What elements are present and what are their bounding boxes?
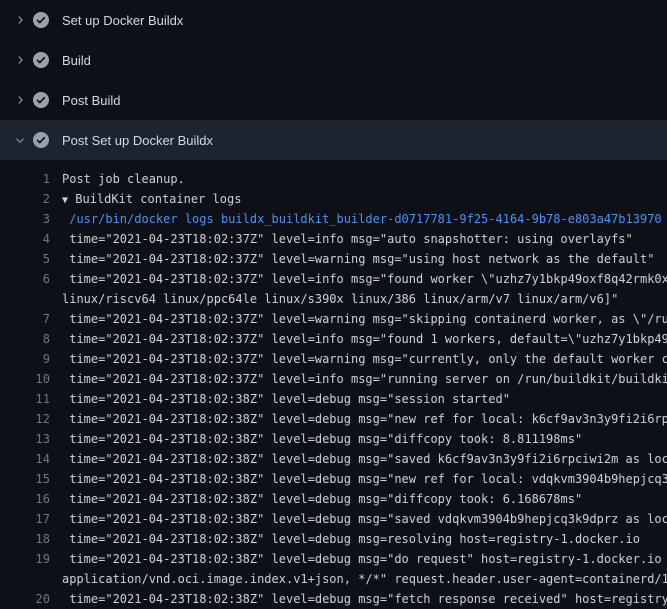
- actions-log-viewer: Set up Docker Buildx Build Post Build Post …: [0, 0, 667, 609]
- log-line-number[interactable]: 4: [0, 229, 50, 249]
- step-header-build[interactable]: Build: [0, 40, 667, 80]
- log-line-number[interactable]: 8: [0, 329, 50, 349]
- log-line-text: linux/riscv64 linux/ppc64le linux/s390x …: [62, 289, 667, 309]
- log-line-text: ▼ BuildKit container logs: [62, 189, 667, 209]
- log-line: 12 time="2021-04-23T18:02:38Z" level=deb…: [0, 409, 667, 429]
- log-line: 4 time="2021-04-23T18:02:37Z" level=info…: [0, 229, 667, 249]
- log-line: 8 time="2021-04-23T18:02:37Z" level=info…: [0, 329, 667, 349]
- log-line: 7 time="2021-04-23T18:02:37Z" level=warn…: [0, 309, 667, 329]
- log-line-text: time="2021-04-23T18:02:37Z" level=warnin…: [62, 249, 667, 269]
- log-line: application/vnd.oci.image.index.v1+json,…: [0, 569, 667, 589]
- step-header-post-build[interactable]: Post Build: [0, 80, 667, 120]
- log-line: 19 time="2021-04-23T18:02:38Z" level=deb…: [0, 549, 667, 569]
- log-line: 14 time="2021-04-23T18:02:38Z" level=deb…: [0, 449, 667, 469]
- log-line-number: [0, 289, 50, 309]
- log-line-number[interactable]: 2: [0, 189, 50, 209]
- log-line: 1 Post job cleanup.: [0, 169, 667, 189]
- log-line: 20 time="2021-04-23T18:02:38Z" level=deb…: [0, 589, 667, 609]
- step-header-set-up-docker-buildx[interactable]: Set up Docker Buildx: [0, 0, 667, 40]
- step-title: Post Build: [62, 93, 121, 108]
- log-line: 15 time="2021-04-23T18:02:38Z" level=deb…: [0, 469, 667, 489]
- check-circle-icon: [33, 92, 49, 108]
- log-line-number[interactable]: 12: [0, 409, 50, 429]
- log-line-text: time="2021-04-23T18:02:38Z" level=debug …: [62, 449, 667, 469]
- log-line-number[interactable]: 10: [0, 369, 50, 389]
- log-line-text: time="2021-04-23T18:02:38Z" level=debug …: [62, 529, 667, 549]
- log-line-text: time="2021-04-23T18:02:37Z" level=info m…: [62, 369, 667, 389]
- log-line-number[interactable]: 16: [0, 489, 50, 509]
- log-line-text: time="2021-04-23T18:02:38Z" level=debug …: [62, 489, 667, 509]
- step-title: Post Set up Docker Buildx: [62, 133, 213, 148]
- log-line-number[interactable]: 7: [0, 309, 50, 329]
- log-output: 1 Post job cleanup. 2 ▼ BuildKit container …: [0, 160, 667, 609]
- log-line-text: time="2021-04-23T18:02:38Z" level=debug …: [62, 469, 667, 489]
- log-line-text: time="2021-04-23T18:02:38Z" level=debug …: [62, 389, 667, 409]
- log-line-number[interactable]: 3: [0, 209, 50, 229]
- step-list: Set up Docker Buildx Build Post Build Post …: [0, 0, 667, 160]
- log-line: 10 time="2021-04-23T18:02:37Z" level=inf…: [0, 369, 667, 389]
- check-circle-icon: [33, 52, 49, 68]
- log-line: 6 time="2021-04-23T18:02:37Z" level=info…: [0, 269, 667, 289]
- check-circle-icon: [33, 12, 49, 28]
- log-line-number[interactable]: 17: [0, 509, 50, 529]
- log-line-number[interactable]: 13: [0, 429, 50, 449]
- step-title: Build: [62, 53, 91, 68]
- log-line: 3 /usr/bin/docker logs buildx_buildkit_b…: [0, 209, 667, 229]
- log-line-number[interactable]: 6: [0, 269, 50, 289]
- log-line-number: [0, 569, 50, 589]
- log-line: 17 time="2021-04-23T18:02:38Z" level=deb…: [0, 509, 667, 529]
- check-circle-icon: [33, 132, 49, 148]
- log-line-number[interactable]: 15: [0, 469, 50, 489]
- log-line-number[interactable]: 5: [0, 249, 50, 269]
- log-line-text: time="2021-04-23T18:02:37Z" level=warnin…: [62, 309, 667, 329]
- log-line-number[interactable]: 11: [0, 389, 50, 409]
- log-line-number[interactable]: 1: [0, 169, 50, 189]
- log-line-number[interactable]: 19: [0, 549, 50, 569]
- log-line-text: time="2021-04-23T18:02:38Z" level=debug …: [62, 589, 667, 609]
- log-line-number[interactable]: 18: [0, 529, 50, 549]
- log-line: 2 ▼ BuildKit container logs: [0, 189, 667, 209]
- log-line-text: time="2021-04-23T18:02:38Z" level=debug …: [62, 549, 667, 569]
- log-line: 13 time="2021-04-23T18:02:38Z" level=deb…: [0, 429, 667, 449]
- log-line: 16 time="2021-04-23T18:02:38Z" level=deb…: [0, 489, 667, 509]
- log-line: linux/riscv64 linux/ppc64le linux/s390x …: [0, 289, 667, 309]
- log-line-text: time="2021-04-23T18:02:38Z" level=debug …: [62, 429, 667, 449]
- log-line-text: application/vnd.oci.image.index.v1+json,…: [62, 569, 667, 589]
- log-line-number[interactable]: 14: [0, 449, 50, 469]
- log-group-title: BuildKit container logs: [68, 192, 241, 206]
- log-line-text: time="2021-04-23T18:02:38Z" level=debug …: [62, 409, 667, 429]
- chevron-right-icon: [14, 12, 28, 28]
- chevron-right-icon: [14, 52, 28, 68]
- log-command-text: /usr/bin/docker logs buildx_buildkit_bui…: [62, 209, 667, 229]
- log-line-number[interactable]: 9: [0, 349, 50, 369]
- log-line-text: time="2021-04-23T18:02:37Z" level=info m…: [62, 229, 667, 249]
- chevron-down-icon: [14, 132, 28, 148]
- log-line-text: time="2021-04-23T18:02:37Z" level=info m…: [62, 269, 667, 289]
- step-title: Set up Docker Buildx: [62, 13, 183, 28]
- log-line-text: time="2021-04-23T18:02:37Z" level=info m…: [62, 329, 667, 349]
- log-line: 9 time="2021-04-23T18:02:37Z" level=warn…: [0, 349, 667, 369]
- log-line: 18 time="2021-04-23T18:02:38Z" level=deb…: [0, 529, 667, 549]
- log-line: 11 time="2021-04-23T18:02:38Z" level=deb…: [0, 389, 667, 409]
- step-header-post-set-up-docker-buildx[interactable]: Post Set up Docker Buildx: [0, 120, 667, 160]
- log-line-text: Post job cleanup.: [62, 169, 667, 189]
- log-line-text: time="2021-04-23T18:02:38Z" level=debug …: [62, 509, 667, 529]
- log-line-number[interactable]: 20: [0, 589, 50, 609]
- log-line-text: time="2021-04-23T18:02:37Z" level=warnin…: [62, 349, 667, 369]
- chevron-right-icon: [14, 92, 28, 108]
- log-line: 5 time="2021-04-23T18:02:37Z" level=warn…: [0, 249, 667, 269]
